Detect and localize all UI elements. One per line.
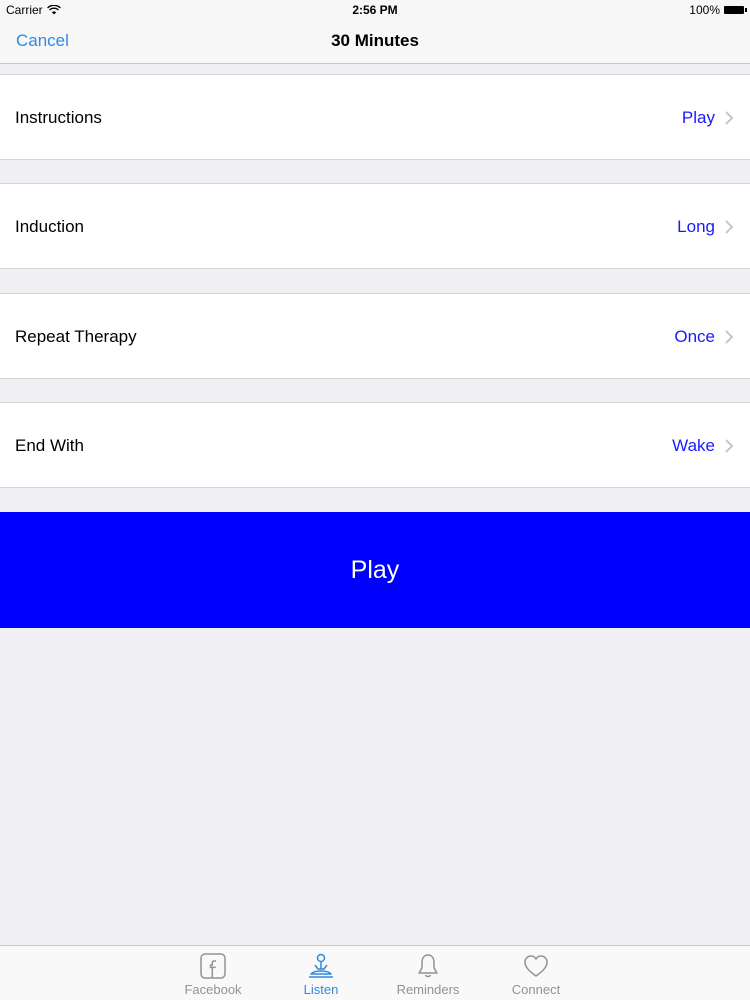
heart-icon <box>524 955 548 977</box>
chevron-right-icon <box>725 330 734 344</box>
tab-listen[interactable]: Listen <box>271 946 371 1000</box>
chevron-right-icon <box>725 111 734 125</box>
navigation-bar: Cancel 30 Minutes <box>0 20 750 64</box>
row-value: Long <box>677 217 715 236</box>
facebook-icon <box>200 953 226 979</box>
tab-facebook[interactable]: Facebook <box>163 946 263 1000</box>
battery-percent: 100% <box>689 3 720 17</box>
row-label: Induction <box>15 217 84 236</box>
row-value: Once <box>674 327 715 346</box>
row-repeat-therapy[interactable]: Repeat Therapy Once <box>0 293 750 379</box>
tab-bar: Facebook Listen Reminders Connect <box>0 945 750 1000</box>
row-value: Wake <box>672 436 715 455</box>
tab-connect[interactable]: Connect <box>486 946 586 1000</box>
chevron-right-icon <box>725 439 734 453</box>
tab-label: Facebook <box>184 982 242 997</box>
row-label: End With <box>15 436 84 455</box>
row-induction[interactable]: Induction Long <box>0 183 750 269</box>
row-label: Instructions <box>15 108 102 127</box>
tab-label: Listen <box>303 982 339 997</box>
battery-icon <box>724 6 747 14</box>
screen: Carrier 2:56 PM 100% Cancel 30 Minutes I… <box>0 0 750 1000</box>
status-bar: Carrier 2:56 PM 100% <box>0 0 750 20</box>
tab-label: Reminders <box>396 982 460 997</box>
status-time: 2:56 PM <box>352 3 398 17</box>
row-instructions[interactable]: Instructions Play <box>0 74 750 160</box>
row-end-with[interactable]: End With Wake <box>0 402 750 488</box>
row-label: Repeat Therapy <box>15 327 137 346</box>
bell-icon <box>418 954 438 978</box>
row-value: Play <box>681 108 715 127</box>
page-title: 30 Minutes <box>331 31 419 50</box>
status-battery-group: 100% <box>689 3 747 17</box>
play-button[interactable]: Play <box>0 512 750 628</box>
tab-label: Connect <box>511 982 561 997</box>
meditation-icon <box>309 953 333 978</box>
chevron-right-icon <box>725 220 734 234</box>
tab-reminders[interactable]: Reminders <box>378 946 478 1000</box>
